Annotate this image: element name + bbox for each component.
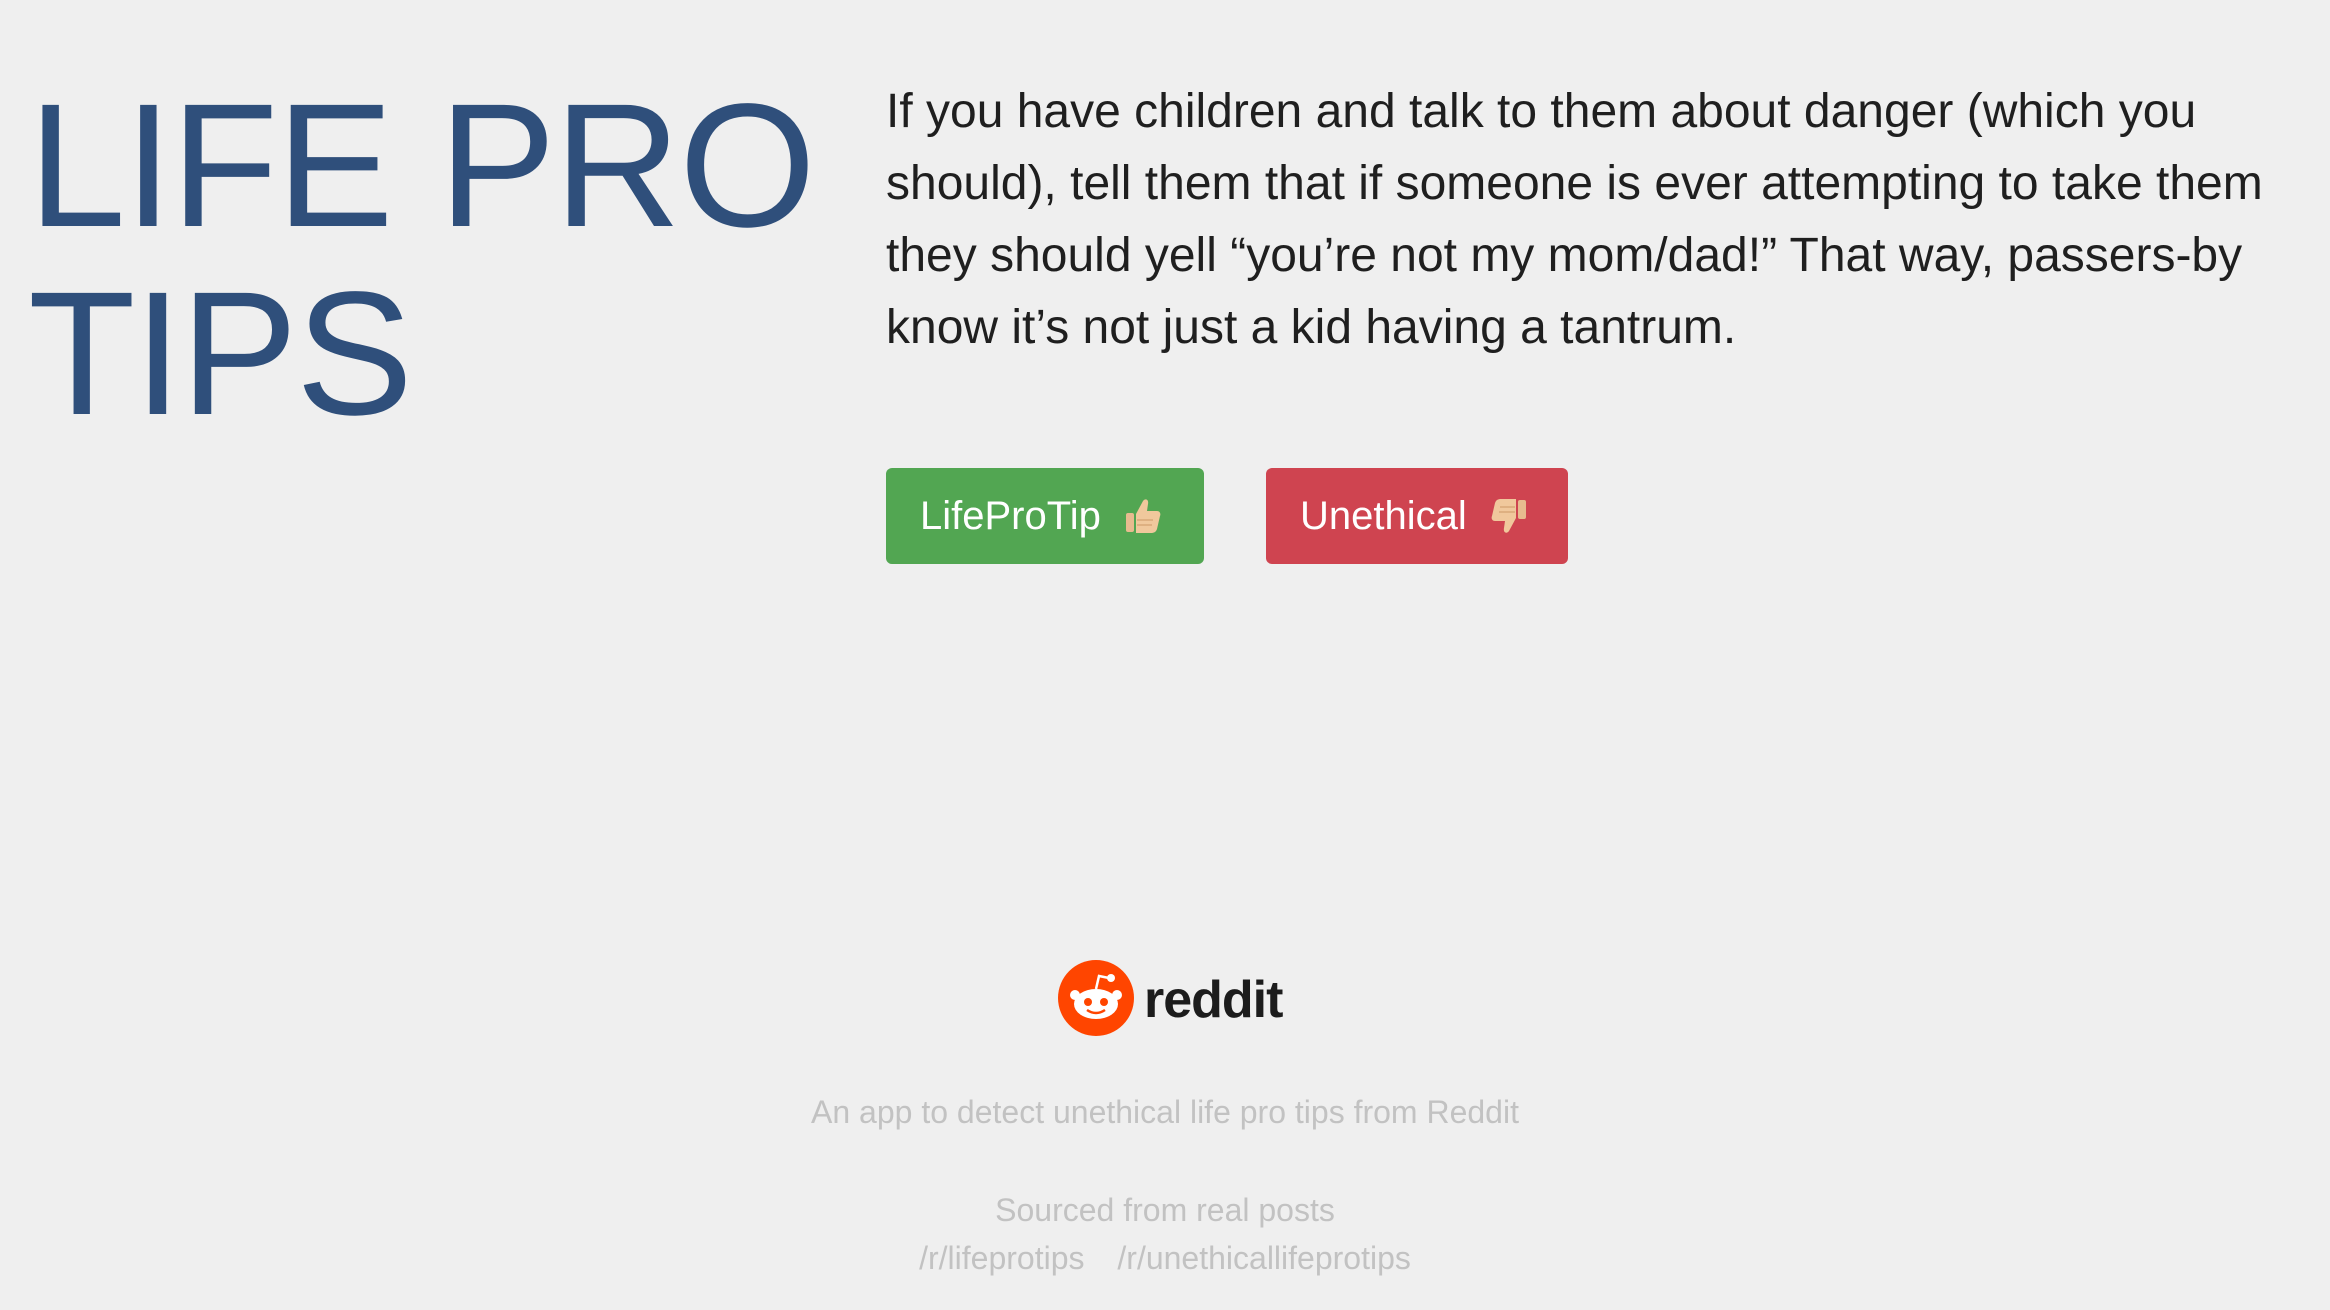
link-lifeprotips[interactable]: /r/lifeprotips xyxy=(919,1240,1084,1276)
footer-links: /r/lifeprotips /r/unethicallifeprotips xyxy=(0,1240,2330,1277)
lifeprotip-button-label: LifeProTip xyxy=(920,493,1101,538)
link-unethicallifeprotips[interactable]: /r/unethicallifeprotips xyxy=(1117,1240,1410,1276)
reddit-wordmark: reddit xyxy=(1144,971,1283,1029)
thumbs-up-icon xyxy=(1123,496,1163,536)
lifeprotip-button[interactable]: LifeProTip xyxy=(886,468,1204,564)
footer-tagline: An app to detect unethical life pro tips… xyxy=(811,1094,1519,1130)
unethical-button[interactable]: Unethical xyxy=(1266,468,1568,564)
unethical-button-label: Unethical xyxy=(1300,493,1467,538)
title-line-1: LIFE PRO xyxy=(28,68,816,264)
reddit-alien-icon xyxy=(1058,959,1134,1041)
page-title: LIFE PRO TIPS xyxy=(28,72,828,448)
title-line-2: TIPS xyxy=(28,256,413,452)
tip-text: If you have children and talk to them ab… xyxy=(886,85,2263,354)
reddit-logo[interactable]: reddit xyxy=(1058,959,1283,1041)
thumbs-down-icon xyxy=(1489,496,1529,536)
footer-sourced-text: Sourced from real posts xyxy=(995,1192,1335,1228)
